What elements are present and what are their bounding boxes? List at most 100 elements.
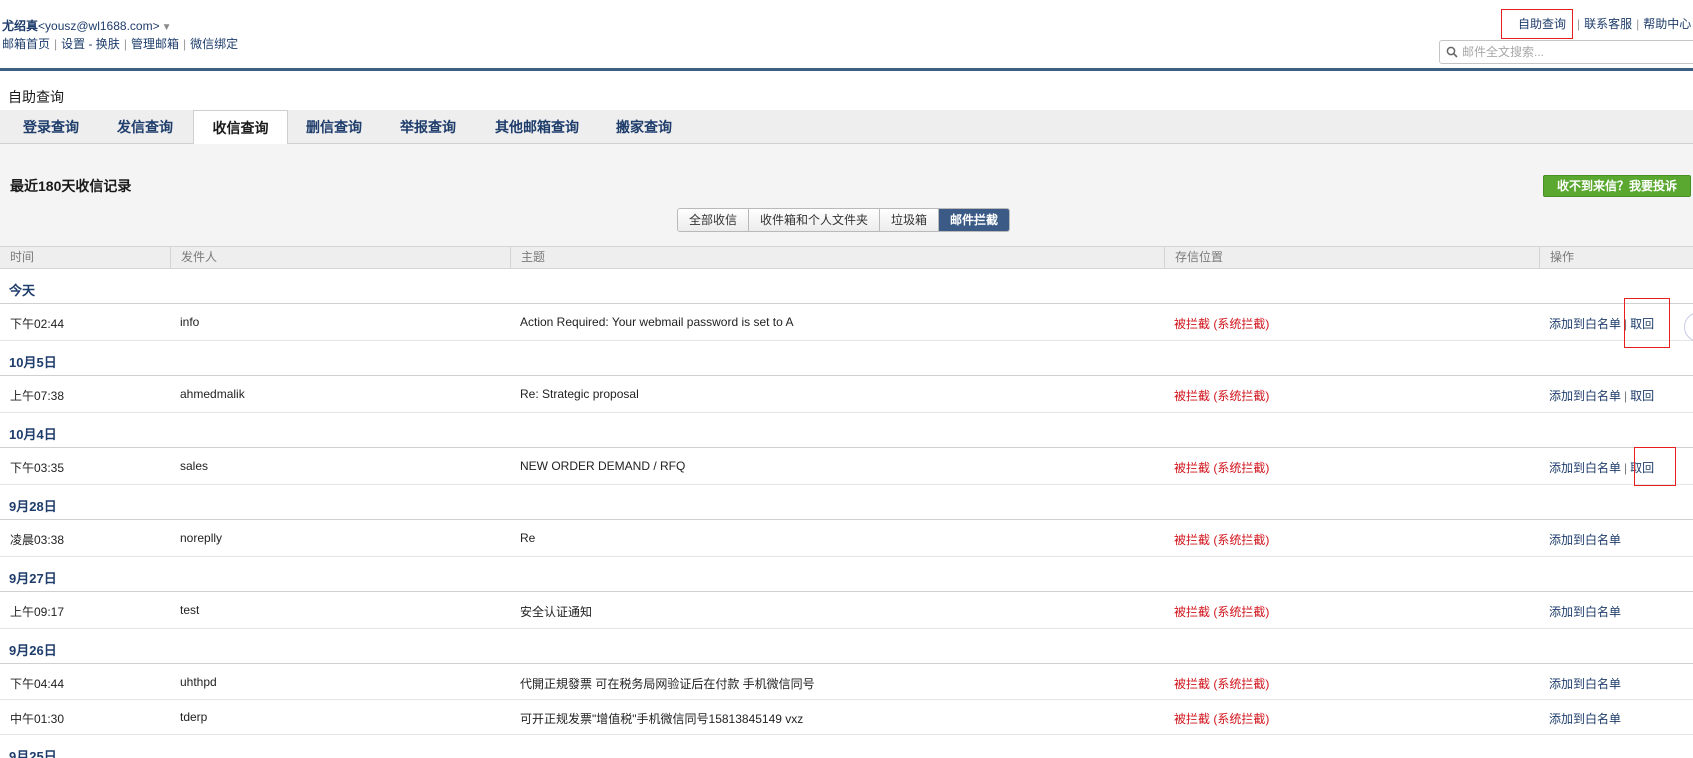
separator: | xyxy=(1636,17,1640,31)
row-location: 被拦截 (系统拦截) xyxy=(1174,389,1270,403)
tab-receive-query[interactable]: 收信查询 xyxy=(193,110,288,145)
complain-button[interactable]: 收不到来信？我要投诉 xyxy=(1543,175,1691,197)
row-location: 被拦截 (系统拦截) xyxy=(1174,317,1270,331)
user-info[interactable]: 尤绍真<yousz@wl1688.com> ▼ xyxy=(2,17,172,34)
account-links: 邮箱首页 | 设置 - 换肤 | 管理邮箱 | 微信绑定 xyxy=(2,35,238,52)
page-title: 自助查询 xyxy=(8,89,64,105)
row-actions: 添加到白名单 xyxy=(1549,531,1621,548)
divider xyxy=(0,734,1693,735)
tab-login-query[interactable]: 登录查询 xyxy=(8,110,94,144)
divider xyxy=(0,447,1693,448)
date-group-title: 9月28日 xyxy=(9,499,57,514)
column-location: 存信位置 xyxy=(1164,247,1539,268)
link-settings-skin[interactable]: 设置 - 换肤 xyxy=(61,37,120,51)
row-time: 中午01:30 xyxy=(10,712,65,726)
row-time: 上午07:38 xyxy=(10,389,65,403)
filter-spam[interactable]: 垃圾箱 xyxy=(880,209,940,231)
row-actions: 添加到白名单 xyxy=(1549,603,1621,620)
folder-filter: 全部收信 收件箱和个人文件夹 垃圾箱 邮件拦截 xyxy=(677,208,1011,232)
filter-all-received[interactable]: 全部收信 xyxy=(678,209,750,231)
row-subject[interactable]: Action Required: Your webmail password i… xyxy=(520,315,793,329)
tab-send-query[interactable]: 发信查询 xyxy=(102,110,188,144)
divider xyxy=(0,628,1693,629)
row-subject[interactable]: Re xyxy=(520,531,535,545)
top-bar: 尤绍真<yousz@wl1688.com> ▼ 邮箱首页 | 设置 - 换肤 | 管理邮箱… xyxy=(0,0,1693,68)
divider xyxy=(0,375,1693,376)
link-mail-home[interactable]: 邮箱首页 xyxy=(2,37,50,51)
row-location: 被拦截 (系统拦截) xyxy=(1174,712,1270,726)
date-group-title: 今天 xyxy=(9,283,36,298)
row-subject[interactable]: 安全认证通知 xyxy=(520,603,592,620)
row-location: 被拦截 (系统拦截) xyxy=(1174,461,1270,475)
row-time: 上午09:17 xyxy=(10,605,65,619)
date-group-title: 9月26日 xyxy=(9,643,57,658)
separator: | xyxy=(1624,389,1628,403)
add-whitelist-link[interactable]: 添加到白名单 xyxy=(1549,461,1621,475)
row-subject[interactable]: 可开正规发票"增值税"手机微信同号15813845149 vxz xyxy=(520,710,803,727)
side-handle[interactable] xyxy=(1684,312,1693,342)
row-sender: ahmedmalik xyxy=(180,387,245,401)
column-actions: 操作 xyxy=(1539,247,1693,268)
help-links: 自助查询 | 联系客服 | 帮助中心 xyxy=(1501,9,1691,39)
divider xyxy=(0,699,1693,700)
row-sender: noreplly xyxy=(180,531,223,545)
link-help-center[interactable]: 帮助中心 xyxy=(1643,17,1691,31)
header-divider xyxy=(0,68,1693,71)
row-location: 被拦截 (系统拦截) xyxy=(1174,533,1270,547)
tab-delete-query[interactable]: 删信查询 xyxy=(291,110,377,144)
row-sender: sales xyxy=(180,459,209,473)
row-sender: uhthpd xyxy=(180,675,217,689)
add-whitelist-link[interactable]: 添加到白名单 xyxy=(1549,317,1621,331)
add-whitelist-link[interactable]: 添加到白名单 xyxy=(1549,677,1621,691)
highlight-box xyxy=(1624,298,1670,348)
filter-blocked[interactable]: 邮件拦截 xyxy=(939,209,1010,231)
row-subject[interactable]: NEW ORDER DEMAND / RFQ xyxy=(520,459,685,473)
row-sender: test xyxy=(180,603,200,617)
link-self-service[interactable]: 自助查询 xyxy=(1501,9,1574,39)
row-actions: 添加到白名单 xyxy=(1549,710,1621,727)
separator: | xyxy=(54,37,58,51)
date-group-title: 9月27日 xyxy=(9,571,57,586)
add-whitelist-link[interactable]: 添加到白名单 xyxy=(1549,389,1621,403)
tab-report-query[interactable]: 举报查询 xyxy=(385,110,471,144)
user-name: 尤绍真 xyxy=(2,19,39,33)
row-time: 下午03:35 xyxy=(10,461,65,475)
search-icon xyxy=(1446,46,1458,58)
filter-inbox-folders[interactable]: 收件箱和个人文件夹 xyxy=(749,209,881,231)
row-time: 下午04:44 xyxy=(10,677,65,691)
row-sender: info xyxy=(180,315,200,329)
add-whitelist-link[interactable]: 添加到白名单 xyxy=(1549,533,1621,547)
add-whitelist-link[interactable]: 添加到白名单 xyxy=(1549,605,1621,619)
search-input[interactable] xyxy=(1462,43,1662,61)
tab-other-mailbox-query[interactable]: 其他邮箱查询 xyxy=(482,110,592,144)
divider xyxy=(0,484,1693,485)
link-contact-support[interactable]: 联系客服 xyxy=(1584,17,1632,31)
recall-link[interactable]: 取回 xyxy=(1630,389,1654,403)
row-actions: 添加到白名单 | 取回 xyxy=(1549,387,1654,404)
divider xyxy=(0,303,1693,304)
highlight-box xyxy=(1634,447,1676,486)
divider xyxy=(0,556,1693,557)
divider xyxy=(0,663,1693,664)
separator: | xyxy=(123,37,127,51)
row-location: 被拦截 (系统拦截) xyxy=(1174,677,1270,691)
row-subject[interactable]: 代開正規發票 可在税务局网验证后在付款 手机微信同号 xyxy=(520,675,815,692)
search-box[interactable] xyxy=(1439,40,1693,64)
table-header: 时间 发件人 主题 存信位置 操作 xyxy=(0,246,1693,269)
chevron-down-icon[interactable]: ▼ xyxy=(162,22,172,33)
tab-migration-query[interactable]: 搬家查询 xyxy=(600,110,688,144)
row-time: 下午02:44 xyxy=(10,317,65,331)
link-wechat-bind[interactable]: 微信绑定 xyxy=(190,37,238,51)
add-whitelist-link[interactable]: 添加到白名单 xyxy=(1549,712,1621,726)
row-sender: tderp xyxy=(180,710,208,724)
row-actions: 添加到白名单 xyxy=(1549,675,1621,692)
separator: | xyxy=(182,37,187,51)
separator: | xyxy=(1624,461,1628,475)
link-manage-mailbox[interactable]: 管理邮箱 xyxy=(131,37,179,51)
row-location: 被拦截 (系统拦截) xyxy=(1174,605,1270,619)
row-subject[interactable]: Re: Strategic proposal xyxy=(520,387,639,401)
date-group-title: 9月25日 xyxy=(9,749,57,758)
section-title: 最近180天收信记录 xyxy=(10,178,132,194)
user-email: <yousz@wl1688.com> xyxy=(38,19,160,33)
column-time: 时间 xyxy=(10,250,35,264)
